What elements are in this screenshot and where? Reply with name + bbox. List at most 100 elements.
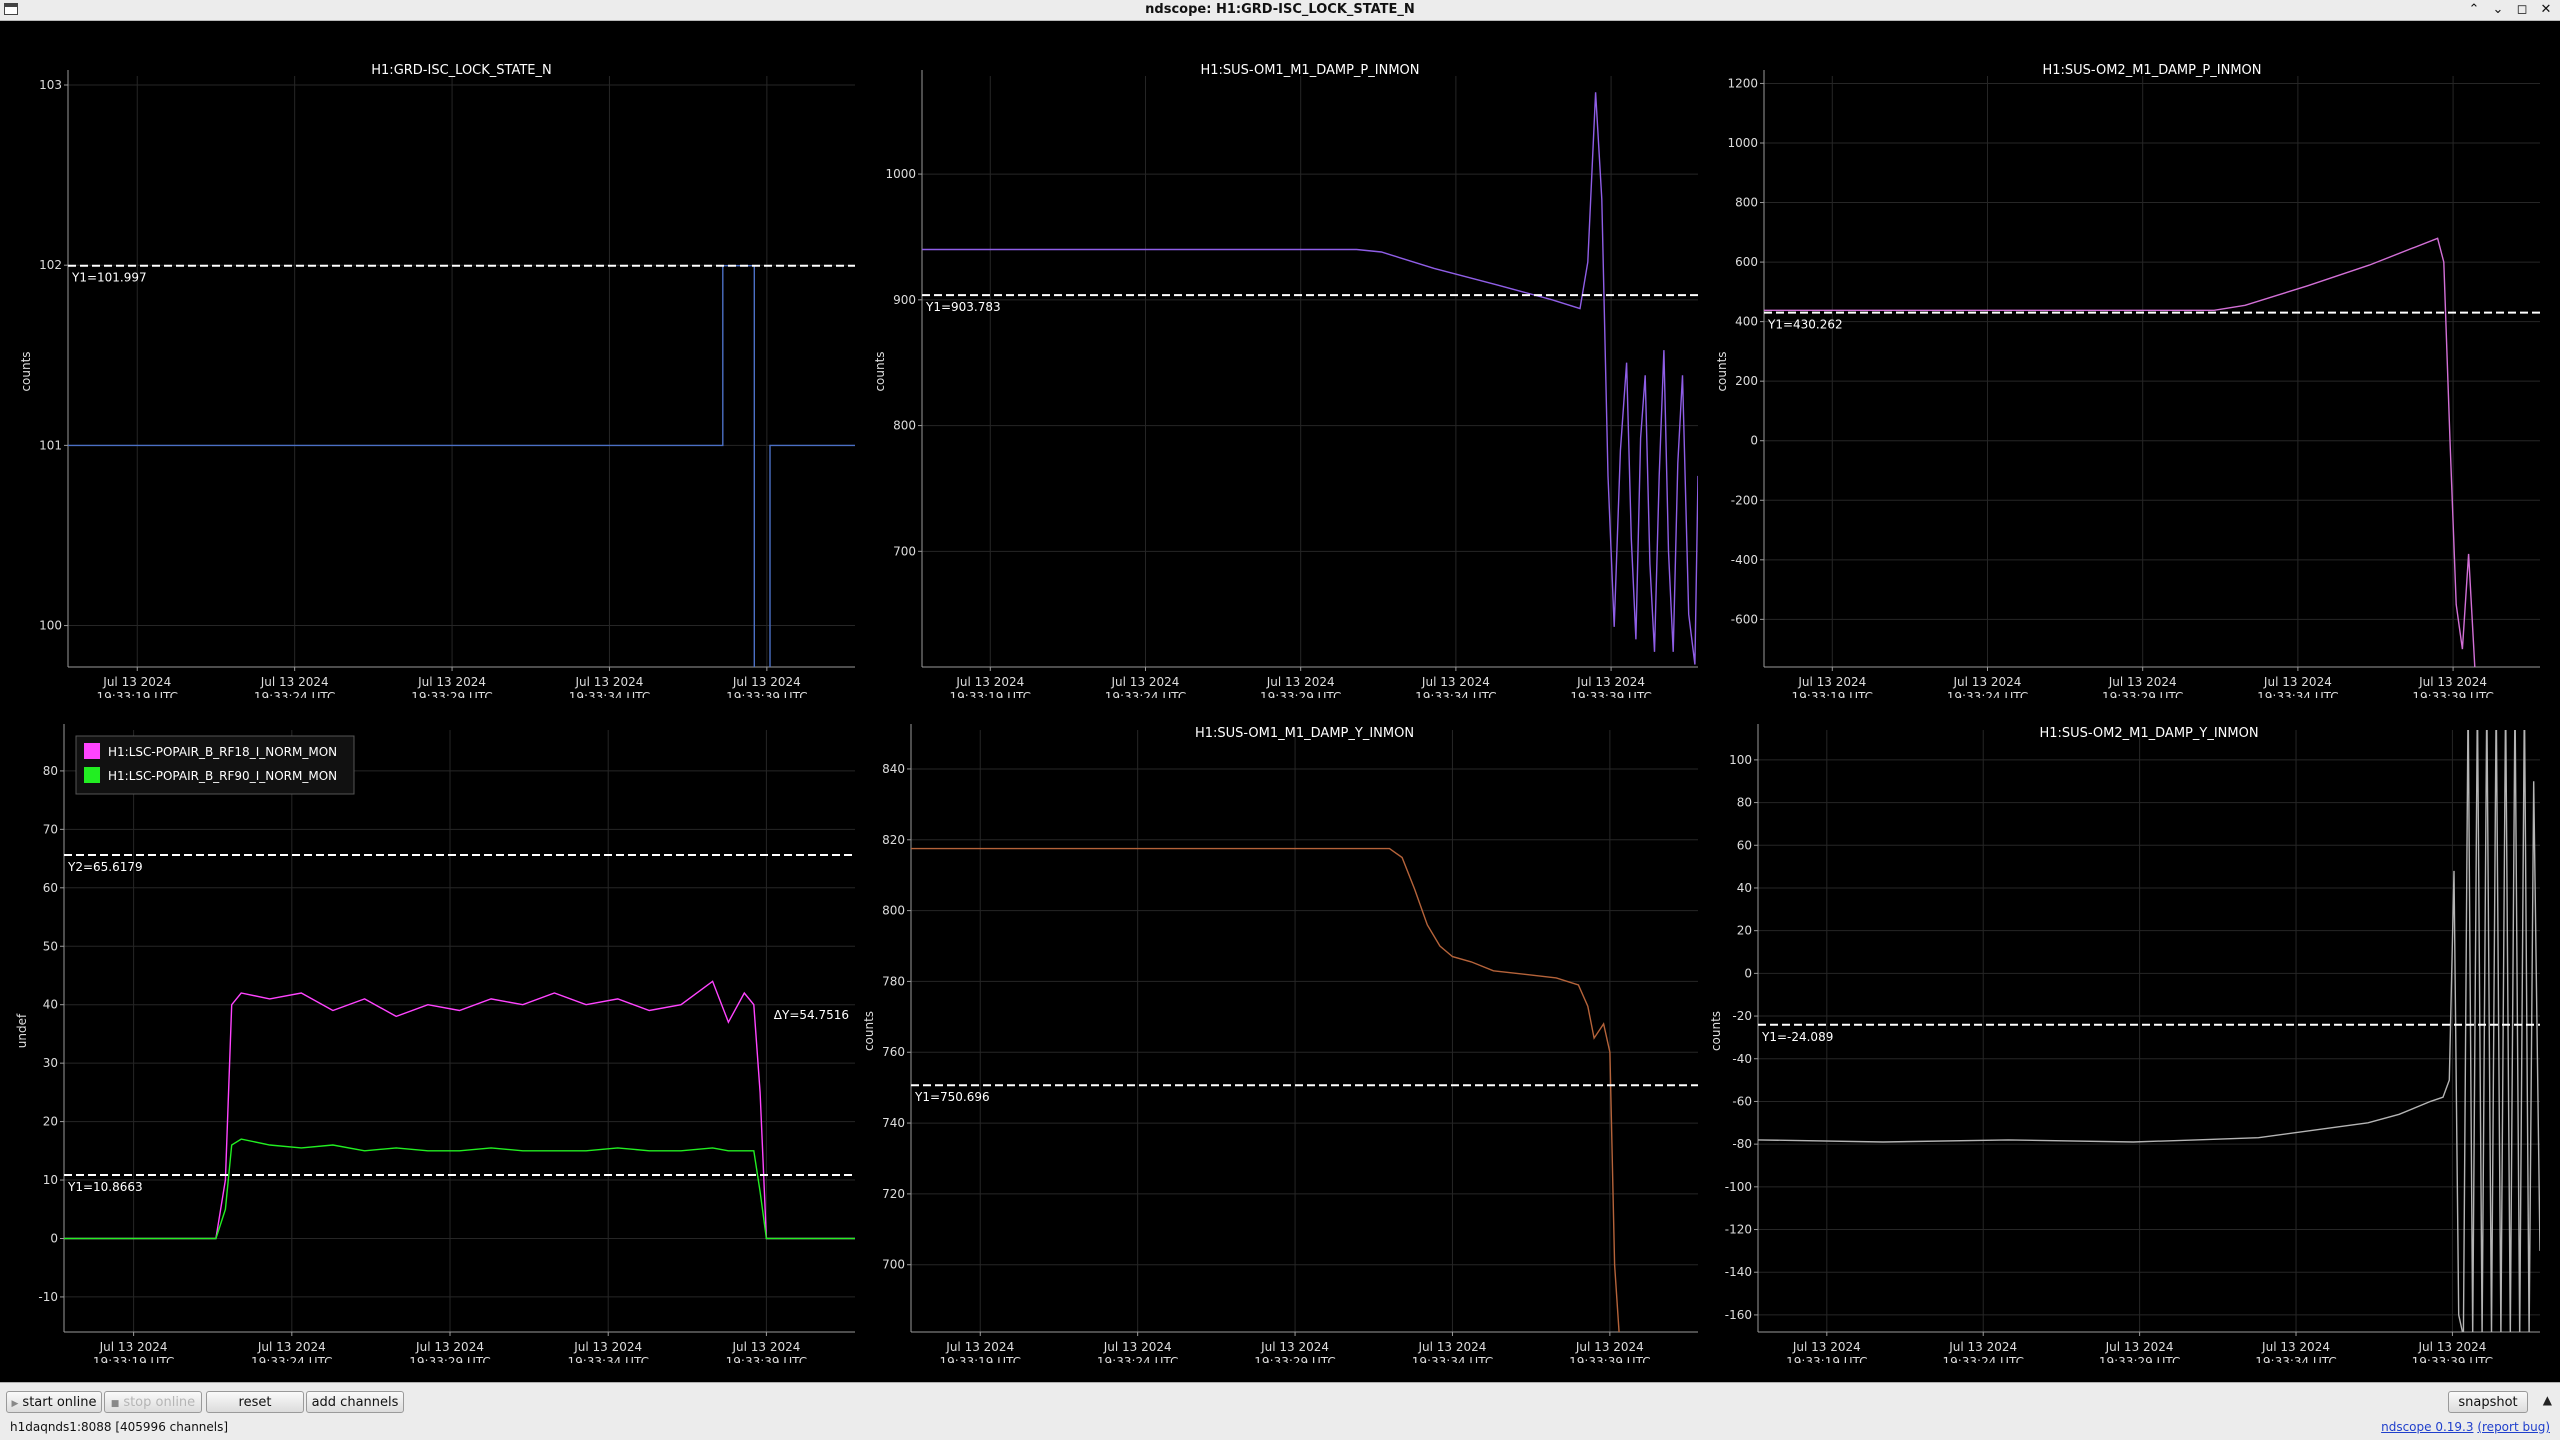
y-tick-label: 200 <box>1735 374 1758 388</box>
y-tick-label: -40 <box>1732 1052 1752 1066</box>
series-line-2 <box>64 1138 855 1240</box>
server-status: h1daqnds1:8088 [405996 channels] <box>10 1420 229 1434</box>
bottom-toolbar: ▶ start online ■ stop online reset add cha… <box>0 1382 2560 1440</box>
y-tick-label: 1000 <box>1727 136 1758 150</box>
y-tick-label: -10 <box>38 1290 58 1304</box>
x-tick-date: Jul 13 2024 <box>2108 675 2177 689</box>
y-tick-label: 0 <box>1750 434 1758 448</box>
y-tick-label: 700 <box>882 1258 905 1272</box>
tick-label-mask <box>4 1363 915 1380</box>
y-tick-label: 60 <box>43 881 58 895</box>
x-tick-date: Jul 13 2024 <box>2105 1340 2174 1354</box>
x-tick-date: Jul 13 2024 <box>102 675 171 689</box>
window-title: ndscope: H1:GRD-ISC_LOCK_STATE_N <box>1145 2 1415 17</box>
x-tick-date: Jul 13 2024 <box>99 1340 168 1354</box>
tick-label-mask <box>1704 698 2560 718</box>
y-tick-label: 20 <box>43 1115 58 1129</box>
version-link[interactable]: ndscope 0.19.3 <box>2381 1420 2473 1434</box>
y-tick-label: 103 <box>39 78 62 92</box>
y-tick-label: 720 <box>882 1187 905 1201</box>
x-tick-date: Jul 13 2024 <box>2417 1340 2486 1354</box>
plot-grid: H1:GRD-ISC_LOCK_STATE_N 100 101 102 103 count… <box>0 22 2560 1380</box>
expand-panel-icon[interactable]: ▲ <box>2543 1393 2552 1407</box>
y-tick-label: 800 <box>1735 196 1758 210</box>
minimize-icon[interactable]: ⌄ <box>2490 1 2506 19</box>
x-tick-date: Jul 13 2024 <box>1421 675 1490 689</box>
y-tick-label: -20 <box>1732 1009 1752 1023</box>
plot-title: H1:SUS-OM1_M1_DAMP_P_INMON <box>1200 63 1419 78</box>
series-line-1 <box>64 980 855 1240</box>
cursor-label: Y1=750.696 <box>914 1090 990 1104</box>
y-tick-label: 780 <box>882 974 905 988</box>
y-tick-label: 80 <box>1737 796 1752 810</box>
y-tick-label: 0 <box>50 1231 58 1245</box>
y-tick-label: -400 <box>1731 553 1758 567</box>
y-tick-label: 840 <box>882 762 905 776</box>
x-tick-date: Jul 13 2024 <box>1266 675 1335 689</box>
y-axis-label: counts <box>1709 1011 1723 1051</box>
x-tick-date: Jul 13 2024 <box>1103 1340 1172 1354</box>
x-tick-date: Jul 13 2024 <box>1111 675 1180 689</box>
y-tick-label: 100 <box>1729 753 1752 767</box>
y-tick-label: 80 <box>43 764 58 778</box>
start-online-button[interactable]: ▶ start online <box>6 1391 102 1413</box>
series-line-1 <box>1764 237 2476 667</box>
legend-entry: H1:LSC-POPAIR_B_RF18_I_NORM_MON <box>108 745 337 759</box>
x-tick-date: Jul 13 2024 <box>1797 675 1866 689</box>
cursor-label: Y1=903.783 <box>925 300 1001 314</box>
y-tick-label: 760 <box>882 1045 905 1059</box>
y-tick-label: 800 <box>893 419 916 433</box>
add-channels-button[interactable]: add channels <box>306 1391 404 1413</box>
x-tick-date: Jul 13 2024 <box>1260 1340 1329 1354</box>
cursor-label: Y1=430.262 <box>1767 318 1843 332</box>
series-line-1 <box>911 847 1620 1332</box>
y-tick-label: 30 <box>43 1056 58 1070</box>
x-tick-date: Jul 13 2024 <box>731 1340 800 1354</box>
y-tick-label: -80 <box>1732 1137 1752 1151</box>
keep-above-icon[interactable]: ⌃ <box>2466 1 2482 19</box>
close-icon[interactable]: ✕ <box>2538 1 2554 19</box>
cursor-label: Y2=65.6179 <box>67 860 143 874</box>
y-axis-label: counts <box>19 351 33 391</box>
x-tick-date: Jul 13 2024 <box>732 675 801 689</box>
cursor-label: Y1=101.997 <box>71 271 147 285</box>
x-tick-date: Jul 13 2024 <box>574 675 643 689</box>
x-tick-date: Jul 13 2024 <box>955 675 1024 689</box>
x-tick-date: Jul 13 2024 <box>1575 1340 1644 1354</box>
x-tick-date: Jul 13 2024 <box>2263 675 2332 689</box>
y-tick-label: 1000 <box>885 167 916 181</box>
maximize-icon[interactable]: ◻ <box>2514 1 2530 19</box>
plot-canvas[interactable]: H1:GRD-ISC_LOCK_STATE_N100101102103count… <box>0 22 2560 1380</box>
y-axis-label: counts <box>1715 351 1729 391</box>
y-tick-label: 1200 <box>1727 76 1758 90</box>
y-tick-label: -200 <box>1731 493 1758 507</box>
y-tick-label: 10 <box>43 1173 58 1187</box>
y-axis-label: counts <box>862 1011 876 1051</box>
plot-title: H1:SUS-OM2_M1_DAMP_Y_INMON <box>2039 726 2258 741</box>
plot-title: H1:SUS-OM2_M1_DAMP_P_INMON <box>2042 63 2261 78</box>
y-tick-label: -100 <box>1725 1180 1752 1194</box>
y-tick-label: 20 <box>1737 924 1752 938</box>
reset-button[interactable]: reset <box>206 1391 304 1413</box>
x-tick-date: Jul 13 2024 <box>2261 1340 2330 1354</box>
y-tick-label: -60 <box>1732 1094 1752 1108</box>
tick-label-mask <box>851 1363 1758 1380</box>
x-tick-date: Jul 13 2024 <box>1576 675 1645 689</box>
plot-title: H1:SUS-OM1_M1_DAMP_Y_INMON <box>1195 726 1414 741</box>
plot-title: H1:GRD-ISC_LOCK_STATE_N <box>371 63 551 78</box>
y-tick-label: 50 <box>43 939 58 953</box>
x-tick-date: Jul 13 2024 <box>1948 1340 2017 1354</box>
y-tick-label: 400 <box>1735 315 1758 329</box>
y-tick-label: 101 <box>39 438 62 452</box>
stop-online-button[interactable]: ■ stop online <box>104 1391 202 1413</box>
tick-label-mask <box>1698 1363 2560 1380</box>
y-tick-label: 0 <box>1744 966 1752 980</box>
legend-swatch <box>84 743 100 759</box>
version-info: ndscope 0.19.3 (report bug) <box>2381 1420 2550 1434</box>
snapshot-button[interactable]: snapshot <box>2448 1391 2528 1413</box>
y-tick-label: 100 <box>39 619 62 633</box>
tick-label-mask <box>8 698 915 718</box>
x-tick-date: Jul 13 2024 <box>417 675 486 689</box>
legend-entry: H1:LSC-POPAIR_B_RF90_I_NORM_MON <box>108 769 337 783</box>
report-bug-link[interactable]: (report bug) <box>2477 1420 2550 1434</box>
